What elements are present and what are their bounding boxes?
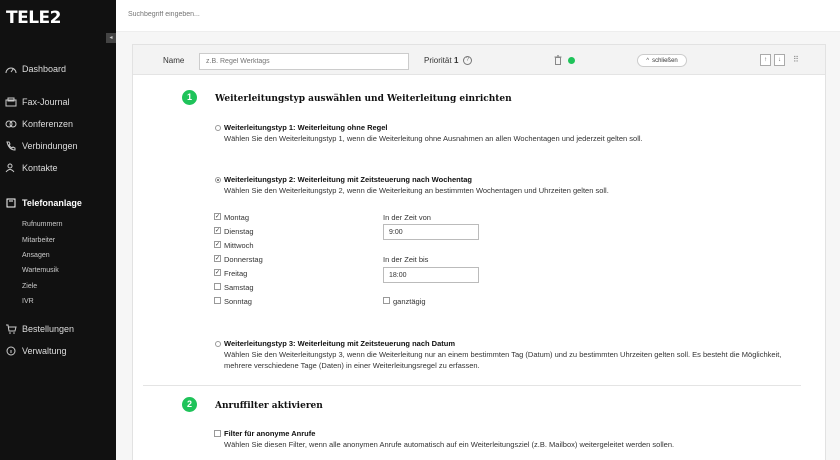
option2-desc: Wählen Sie den Weiterleitungstyp 2, wenn… [224, 186, 609, 195]
checkbox-anonymous-filter[interactable] [214, 430, 221, 437]
subnav-ansagen[interactable]: Ansagen [22, 252, 50, 259]
sidebar-item-verwaltung[interactable]: Verwaltung [5, 346, 67, 356]
sidebar: TELE2 ◂ Dashboard Fax-Journal Konferenze… [0, 0, 116, 460]
name-label: Name [163, 56, 185, 65]
trash-icon[interactable] [554, 55, 562, 65]
sidebar-item-label: Telefonanlage [22, 198, 82, 208]
drag-handle-icon[interactable]: ⠿ [793, 55, 799, 64]
sidebar-item-label: Bestellungen [22, 324, 75, 334]
info-icon [6, 346, 16, 356]
fax-icon [5, 97, 17, 107]
sidebar-item-konferenzen[interactable]: Konferenzen [5, 119, 73, 129]
time-from-input[interactable] [383, 224, 479, 240]
checkbox-montag[interactable]: ✓ [214, 213, 221, 220]
time-from-label: In der Zeit von [383, 213, 431, 222]
time-to-input[interactable] [383, 267, 479, 283]
day-label: Donnerstag [224, 255, 263, 264]
option3-desc-line1: Wählen Sie den Weiterleitungstyp 3, wenn… [224, 350, 782, 359]
sidebar-item-label: Kontakte [22, 163, 58, 173]
option3-desc-line2: mehrere verschiedene Tage (Daten) in ein… [224, 361, 480, 370]
section1-title: Weiterleitungstyp auswählen und Weiterle… [215, 94, 512, 104]
speedometer-icon [5, 67, 17, 74]
main-content: Name Priorität 1 ? ^ schließen ↑ ↓ ⠿ 1 W… [116, 32, 840, 460]
subnav-mitarbeiter[interactable]: Mitarbeiter [22, 237, 55, 244]
day-label: Mittwoch [224, 241, 254, 250]
move-down-button[interactable]: ↓ [774, 54, 785, 66]
chevron-up-icon: ^ [646, 57, 650, 64]
phone-icon [6, 141, 16, 151]
day-label: Samstag [224, 283, 254, 292]
option1-desc: Wählen Sie den Weiterleitungstyp 1, wenn… [224, 134, 643, 143]
sidebar-item-kontakte[interactable]: Kontakte [5, 163, 58, 173]
sidebar-item-verbindungen[interactable]: Verbindungen [5, 141, 78, 151]
sidebar-item-label: Verbindungen [22, 141, 78, 151]
sidebar-item-bestellungen[interactable]: Bestellungen [5, 324, 74, 334]
collapse-sidebar-button[interactable]: ◂ [106, 33, 116, 43]
priority-value[interactable]: 1 [454, 56, 458, 65]
cart-icon [6, 324, 17, 334]
section-divider [143, 385, 801, 386]
checkbox-donnerstag[interactable]: ✓ [214, 255, 221, 262]
step-number-1: 1 [182, 90, 197, 105]
sidebar-item-telefonanlage[interactable]: Telefonanlage [5, 198, 82, 208]
option3-title: Weiterleitungstyp 3: Weiterleitung mit Z… [224, 339, 456, 348]
filter-desc: Wählen Sie diesen Filter, wenn alle anon… [224, 440, 675, 449]
sidebar-item-label: Fax-Journal [22, 97, 70, 107]
sidebar-item-label: Verwaltung [22, 346, 67, 356]
day-label: Freitag [224, 269, 248, 278]
rule-header: Name Priorität 1 ? ^ schließen ↑ ↓ ⠿ [133, 45, 825, 75]
close-rule-button[interactable]: ^ schließen [637, 54, 687, 67]
option1-title: Weiterleitungstyp 1: Weiterleitung ohne … [224, 123, 388, 132]
sidebar-item-dashboard[interactable]: Dashboard [5, 64, 66, 74]
search-input[interactable] [128, 11, 428, 18]
subnav-wartemusik[interactable]: Wartemusik [22, 267, 59, 274]
radio-type-1[interactable] [215, 125, 221, 131]
checkbox-ganztaegig[interactable] [383, 297, 390, 304]
rule-name-input[interactable] [199, 53, 409, 70]
subnav-ziele[interactable]: Ziele [22, 283, 37, 290]
move-up-button[interactable]: ↑ [760, 54, 771, 66]
day-label: Montag [224, 213, 250, 222]
telephone-system-icon [6, 198, 16, 208]
step-number-2: 2 [182, 397, 197, 412]
time-to-label: In der Zeit bis [383, 255, 429, 264]
checkbox-sonntag[interactable] [214, 297, 221, 304]
section2-title: Anruffilter aktivieren [215, 401, 323, 411]
help-icon[interactable]: ? [463, 56, 472, 65]
subnav-ivr[interactable]: IVR [22, 298, 34, 305]
priority-label: Priorität [424, 56, 452, 65]
checkbox-dienstag[interactable]: ✓ [214, 227, 221, 234]
radio-type-3[interactable] [215, 341, 221, 347]
forwarding-rule-card: Name Priorität 1 ? ^ schließen ↑ ↓ ⠿ 1 W… [132, 44, 826, 460]
sidebar-item-fax-journal[interactable]: Fax-Journal [5, 97, 70, 107]
option2-title: Weiterleitungstyp 2: Weiterleitung mit Z… [224, 175, 472, 184]
sidebar-item-label: Konferenzen [22, 119, 74, 129]
contacts-icon [5, 163, 15, 173]
filter-title: Filter für anonyme Anrufe [224, 429, 316, 438]
checkbox-mittwoch[interactable]: ✓ [214, 241, 221, 248]
checkbox-freitag[interactable]: ✓ [214, 269, 221, 276]
allday-label: ganztägig [393, 297, 426, 306]
day-label: Dienstag [224, 227, 254, 236]
subnav-rufnummern[interactable]: Rufnummern [22, 221, 62, 228]
conference-icon [5, 120, 17, 128]
topbar [116, 0, 840, 32]
checkbox-samstag[interactable] [214, 283, 221, 290]
close-label: schließen [652, 57, 678, 64]
sidebar-item-label: Dashboard [22, 64, 67, 74]
tele2-logo[interactable]: TELE2 [6, 8, 61, 28]
radio-type-2[interactable] [215, 177, 221, 183]
day-label: Sonntag [224, 297, 252, 306]
status-active-dot[interactable] [568, 57, 575, 64]
